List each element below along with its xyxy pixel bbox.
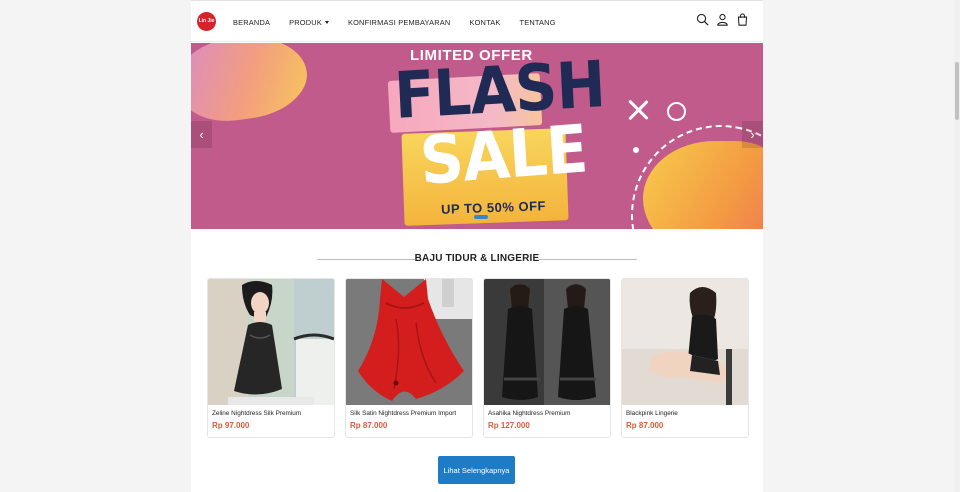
- carousel-prev-button[interactable]: ‹: [191, 121, 212, 148]
- page: Lin Jie BERANDA PRODUK KONFIRMASI PEMBAY…: [191, 0, 763, 492]
- nav-label: KONTAK: [469, 17, 501, 27]
- decorative-x-icon: [627, 99, 649, 121]
- product-photo: [208, 279, 334, 405]
- shopping-bag-icon[interactable]: [736, 13, 749, 26]
- chevron-left-icon: ‹: [199, 127, 204, 142]
- flash-sale-banner[interactable]: LIMITED OFFER FLASH SALE UP TO 50% OFF ‹…: [191, 43, 763, 229]
- product-name: Blackpink Lingerie: [626, 410, 678, 417]
- product-image: [346, 279, 472, 405]
- brand-logo-text: Lin Jie: [198, 18, 215, 24]
- nav-item-konfirmasi-pembayaran[interactable]: KONFIRMASI PEMBAYARAN: [348, 18, 450, 27]
- product-card[interactable]: Blackpink Lingerie Rp 87.000: [621, 278, 749, 438]
- site-header: Lin Jie BERANDA PRODUK KONFIRMASI PEMBAY…: [191, 0, 763, 42]
- user-icon[interactable]: [716, 13, 729, 26]
- product-photo: [484, 279, 610, 405]
- product-price: Rp 87.000: [626, 421, 664, 430]
- carousel-next-button[interactable]: ›: [742, 121, 763, 148]
- banner-headline-sale: SALE: [417, 110, 590, 200]
- product-price: Rp 87.000: [350, 421, 388, 430]
- nav-item-kontak[interactable]: KONTAK: [469, 18, 500, 27]
- product-name: Asahika Nightdress Premium: [488, 410, 571, 417]
- product-name: Zeline Nightdress Silk Premium: [212, 410, 302, 417]
- nav-label: BERANDA: [233, 17, 271, 27]
- decorative-dot: [633, 147, 639, 153]
- nav-item-beranda[interactable]: BERANDA: [233, 18, 270, 27]
- nav-item-produk[interactable]: PRODUK: [289, 18, 329, 27]
- nav-label: KONFIRMASI PEMBAYARAN: [347, 17, 451, 27]
- product-photo: [346, 279, 472, 405]
- product-grid: Zeline Nightdress Silk Premium Rp 97.000: [207, 278, 749, 438]
- scrollbar-thumb[interactable]: [955, 62, 959, 120]
- product-image: [622, 279, 748, 405]
- product-price: Rp 97.000: [212, 421, 250, 430]
- product-card[interactable]: Asahika Nightdress Premium Rp 127.000: [483, 278, 611, 438]
- main-nav: BERANDA PRODUK KONFIRMASI PEMBAYARAN KON…: [233, 1, 575, 43]
- carousel-indicator[interactable]: [474, 215, 488, 219]
- search-icon[interactable]: [696, 13, 709, 26]
- page-scrollbar[interactable]: [954, 0, 960, 492]
- product-card[interactable]: Zeline Nightdress Silk Premium Rp 97.000: [207, 278, 335, 438]
- chevron-right-icon: ›: [750, 127, 755, 142]
- brand-logo[interactable]: Lin Jie: [197, 12, 216, 31]
- product-name: Silk Satin Nightdress Premium Import: [350, 410, 457, 417]
- view-more-button[interactable]: Lihat Selengkapnya: [438, 456, 515, 484]
- nav-label: PRODUK: [289, 17, 322, 27]
- product-photo: [622, 279, 748, 405]
- nav-item-tentang[interactable]: TENTANG: [520, 18, 556, 27]
- product-image: [484, 279, 610, 405]
- product-price: Rp 127.000: [488, 421, 530, 430]
- header-icons: [696, 13, 749, 26]
- product-card[interactable]: Silk Satin Nightdress Premium Import Rp …: [345, 278, 473, 438]
- section-title: BAJU TIDUR & LINGERIE: [414, 253, 540, 264]
- nav-label: TENTANG: [519, 17, 556, 27]
- caret-down-icon: [324, 20, 329, 24]
- decorative-blob: [191, 43, 313, 128]
- decorative-circle-icon: [667, 102, 686, 121]
- product-image: [208, 279, 334, 405]
